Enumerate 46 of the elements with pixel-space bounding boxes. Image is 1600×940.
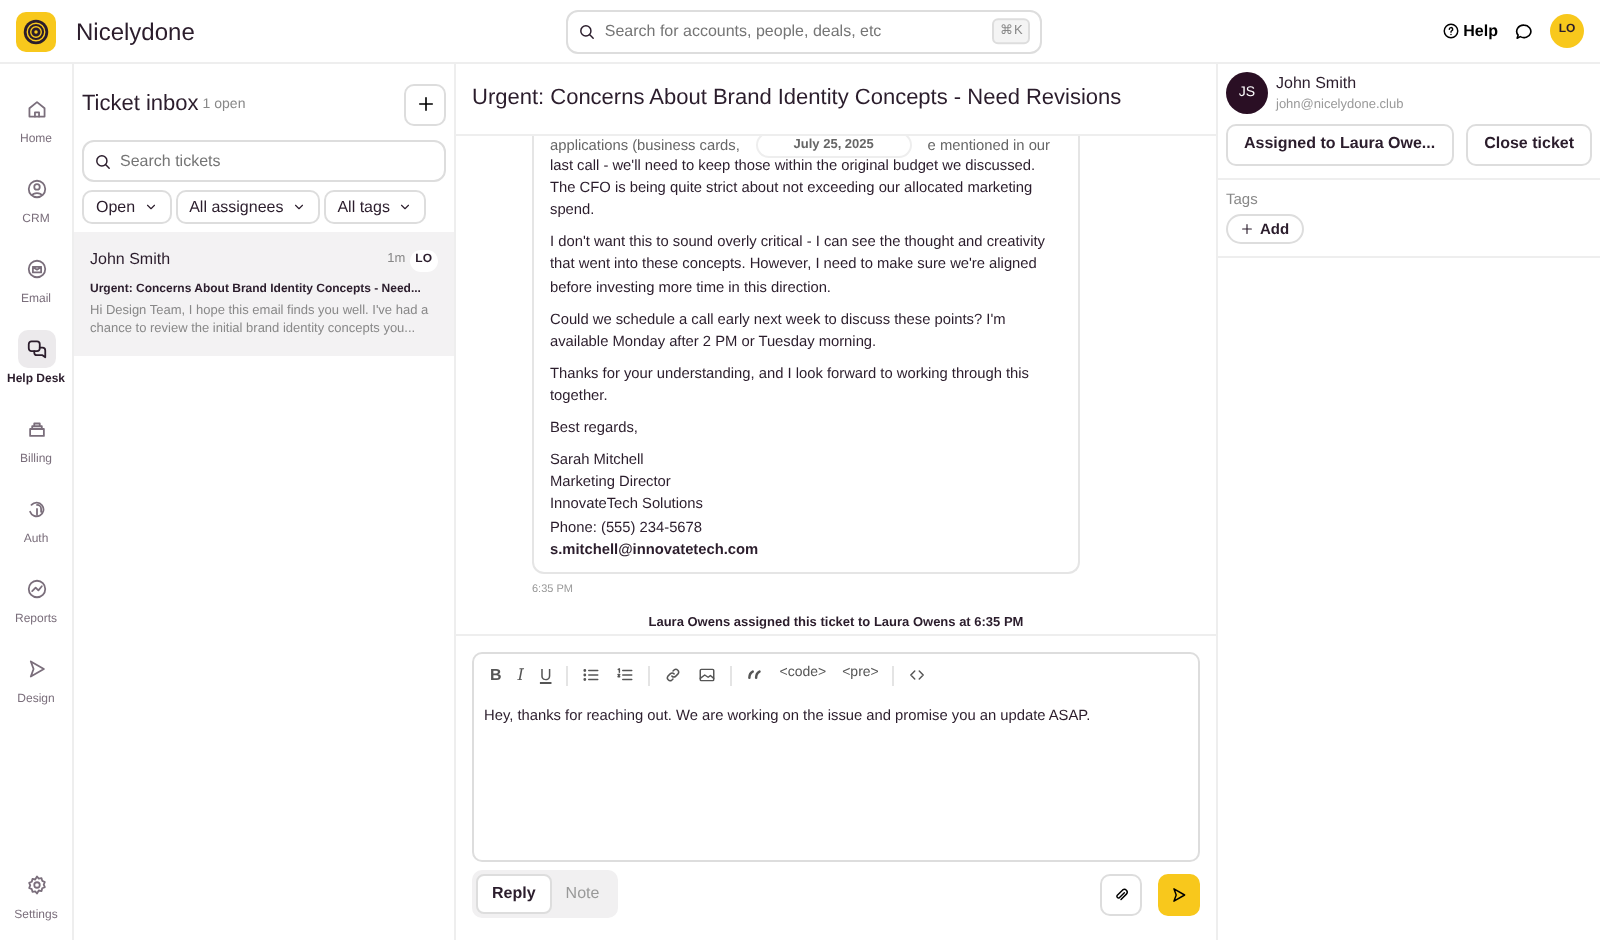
search-icon [94, 152, 112, 170]
chat-bubbles-icon [25, 338, 47, 360]
chevron-icon [291, 200, 306, 214]
underline-button[interactable]: U [533, 662, 558, 688]
filter-dropdown[interactable]: Open [82, 190, 172, 224]
sender-name: John Smith [90, 248, 171, 272]
inbox-title: Ticket inbox [82, 89, 199, 120]
plus-icon [1240, 222, 1254, 236]
mode-tab[interactable]: Reply [476, 874, 552, 914]
close-ticket-button[interactable]: Close ticket [1466, 123, 1592, 166]
code-icon [908, 666, 927, 684]
person-icon [25, 178, 47, 200]
chevron-icon [143, 200, 158, 214]
bullet-list-icon [581, 666, 600, 684]
paperclip-icon [1112, 885, 1130, 903]
stack-icon [25, 418, 47, 440]
send-button[interactable] [1158, 873, 1200, 915]
plus-icon [415, 94, 435, 114]
link-icon [663, 666, 682, 684]
filter-dropdown[interactable]: All assignees [175, 190, 320, 224]
home-icon [25, 98, 47, 120]
logo-icon [16, 11, 56, 51]
pointer-icon [25, 658, 47, 680]
quote-icon [745, 666, 764, 684]
new-ticket-button[interactable] [404, 83, 446, 125]
chat-icon [1514, 21, 1534, 41]
italic-button[interactable]: I [511, 662, 530, 688]
bold-button[interactable]: B [484, 662, 508, 688]
assignee-button[interactable]: Assigned to Laura Owe... [1226, 123, 1454, 166]
chat-button[interactable] [1514, 21, 1534, 41]
ticket-search-field[interactable]: Search tickets [82, 140, 446, 182]
image-icon [697, 666, 716, 684]
send-icon [1170, 885, 1188, 903]
attach-button[interactable] [1100, 873, 1142, 915]
filter-dropdown[interactable]: All tags [323, 190, 426, 224]
numbered-list-icon [615, 666, 634, 684]
app-name: Nicelydone [76, 15, 195, 49]
contact-name: John Smith [1276, 72, 1359, 96]
search-icon [578, 22, 597, 40]
settings-icon [25, 874, 47, 896]
help-button[interactable]: Help [1441, 19, 1498, 43]
chevron-icon [397, 200, 412, 214]
mail-icon [25, 258, 47, 280]
fingerprint-icon [25, 498, 47, 520]
chart-icon [25, 578, 47, 600]
help-icon [1441, 22, 1460, 40]
